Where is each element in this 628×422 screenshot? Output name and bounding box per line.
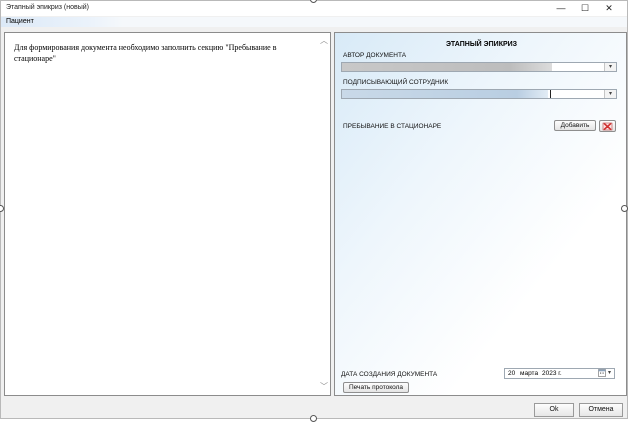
signer-value-redacted — [342, 90, 548, 98]
date-month[interactable]: марта — [520, 369, 538, 378]
dropdown-arrow-icon[interactable]: ▾ — [604, 90, 616, 98]
menu-bar: Пациент — [1, 17, 627, 27]
creation-date-picker[interactable]: 20 марта 2023 г. ▾ — [504, 368, 615, 379]
form-pane: ЭТАПНЫЙ ЭПИКРИЗ АВТОР ДОКУМЕНТА ▾ ПОДПИС… — [334, 32, 627, 396]
info-message: Для формирования документа необходимо за… — [14, 43, 277, 63]
dropdown-arrow-icon[interactable]: ▾ — [608, 369, 611, 378]
scroll-down-icon[interactable]: ﹀ — [320, 383, 328, 391]
signer-select[interactable]: ▾ — [341, 89, 617, 99]
cancel-button[interactable]: Отмена — [579, 403, 623, 417]
stay-section-label: ПРЕБЫВАНИЕ В СТАЦИОНАРЕ — [343, 123, 442, 130]
date-year[interactable]: 2023 г. — [542, 369, 562, 378]
close-button[interactable]: ✕ — [597, 1, 621, 16]
scroll-up-icon[interactable]: ︿ — [320, 37, 328, 45]
window-title: Этапный эпикриз (новый) — [6, 4, 89, 11]
delete-icon — [602, 122, 613, 131]
menu-item-patient[interactable]: Пациент — [1, 17, 123, 27]
ok-button[interactable]: Ok — [534, 403, 574, 417]
delete-stay-button[interactable] — [599, 120, 616, 132]
title-bar: Этапный эпикриз (новый) — ☐ ✕ — [1, 1, 627, 16]
creation-date-label: ДАТА СОЗДАНИЯ ДОКУМЕНТА — [341, 371, 438, 378]
text-cursor — [550, 90, 551, 98]
add-stay-button[interactable]: Добавить — [554, 120, 596, 131]
author-label: АВТОР ДОКУМЕНТА — [343, 52, 407, 59]
resize-handle-right[interactable] — [621, 205, 628, 212]
author-select[interactable]: ▾ — [341, 62, 617, 72]
minimize-button[interactable]: — — [549, 1, 573, 16]
document-window: Этапный эпикриз (новый) — ☐ ✕ Пациент Дл… — [0, 0, 628, 419]
print-protocol-button[interactable]: Печать протокола — [343, 382, 409, 393]
calendar-icon[interactable] — [598, 369, 607, 377]
dropdown-arrow-icon[interactable]: ▾ — [604, 63, 616, 71]
signer-label: ПОДПИСЫВАЮЩИЙ СОТРУДНИК — [343, 79, 449, 86]
document-preview-pane: Для формирования документа необходимо за… — [4, 32, 331, 396]
maximize-button[interactable]: ☐ — [573, 1, 597, 16]
form-title: ЭТАПНЫЙ ЭПИКРИЗ — [445, 41, 518, 48]
author-value-redacted — [342, 63, 552, 71]
preview-scrollbar[interactable]: ︿ ﹀ — [319, 34, 329, 394]
date-day[interactable]: 20 — [508, 369, 515, 378]
